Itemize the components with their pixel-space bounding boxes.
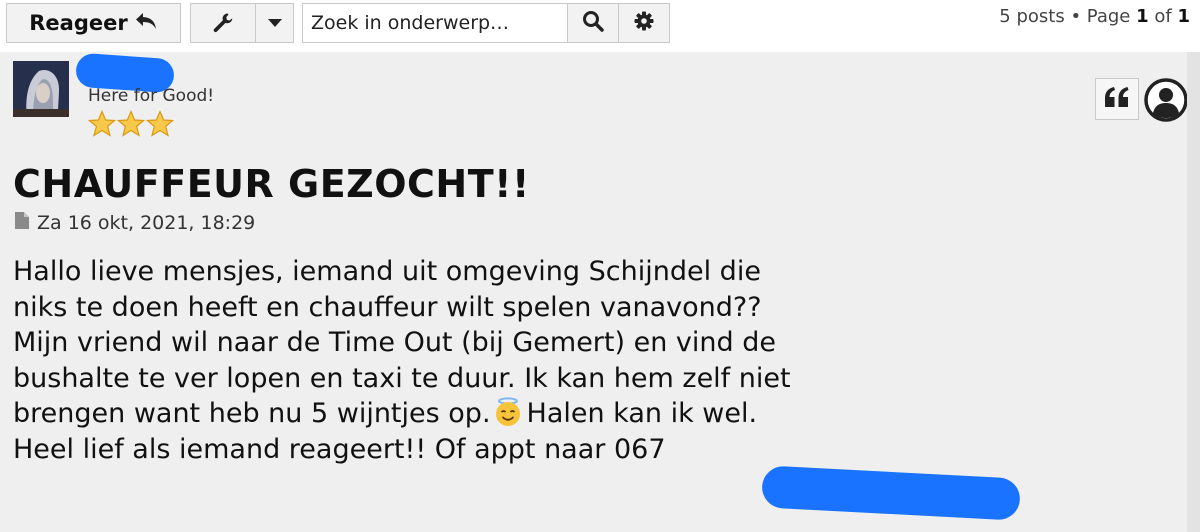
search-button[interactable]	[567, 3, 619, 43]
rank-stars	[88, 110, 174, 137]
post-text-line: brengen want heb nu 5 wijntjes op. Halen …	[13, 396, 1013, 432]
user-profile-button[interactable]	[1144, 78, 1188, 126]
post-text-segment: brengen want heb nu 5 wijntjes op.	[13, 398, 491, 429]
topic-tools-dropdown[interactable]	[190, 3, 294, 43]
current-page: 1	[1136, 6, 1149, 27]
post-meta: Za 16 okt, 2021, 18:29	[15, 212, 255, 234]
separator: •	[1070, 6, 1082, 27]
pagination-info: 5 posts • Page 1 of 1	[999, 6, 1190, 27]
author-rank: Here for Good!	[88, 86, 215, 106]
post-text-line: Hallo lieve mensjes, iemand uit omgeving…	[13, 256, 761, 287]
post-date: Za 16 okt, 2021, 18:29	[37, 212, 256, 234]
star-icon	[88, 110, 116, 137]
page-word: Page	[1086, 6, 1131, 27]
search-icon	[582, 10, 604, 36]
chevron-down-icon	[256, 18, 293, 28]
advanced-search-button[interactable]	[618, 3, 670, 43]
user-circle-icon	[1144, 78, 1188, 126]
phone-redaction	[761, 465, 1021, 521]
divider	[1187, 52, 1200, 532]
file-icon	[15, 212, 29, 234]
of-word: of	[1154, 6, 1172, 27]
post-text-line: Heel lief als iemand reageert!! Of appt …	[13, 433, 666, 465]
post-count: 5 posts	[999, 6, 1065, 27]
topic-search-input[interactable]	[302, 3, 568, 43]
post-text-line: niks te doen heeft en chauffeur wilt spe…	[13, 291, 762, 323]
post-text-segment: Halen kan ik wel.	[526, 398, 758, 429]
total-pages: 1	[1177, 6, 1190, 27]
post-text-line: Mijn vriend wil naar de Time Out (bij Ge…	[13, 327, 776, 358]
gear-icon	[634, 11, 654, 35]
reply-button[interactable]: Reageer	[6, 3, 181, 43]
wrench-icon	[191, 12, 255, 34]
quote-icon	[1104, 87, 1130, 111]
post: Here for Good! CHAUFFEUR GEZOCHT!! Za 16…	[0, 52, 1200, 532]
star-icon	[146, 110, 174, 137]
avatar[interactable]	[13, 61, 69, 117]
quote-button[interactable]	[1095, 78, 1139, 120]
post-text-line: bushalte te ver lopen en taxi te duur. I…	[13, 362, 791, 394]
reply-arrow-icon	[134, 11, 158, 36]
post-content: Hallo lieve mensjes, iemand uit omgeving…	[13, 254, 1013, 467]
star-icon	[117, 110, 145, 137]
angel-emoji-icon	[493, 397, 523, 427]
avatar-image	[13, 61, 69, 117]
reply-label: Reageer	[29, 11, 128, 35]
topic-action-bar: Reageer Zoek in onderwerp… 5 posts • Pag…	[0, 0, 1200, 52]
post-title: CHAUFFEUR GEZOCHT!!	[13, 162, 530, 206]
